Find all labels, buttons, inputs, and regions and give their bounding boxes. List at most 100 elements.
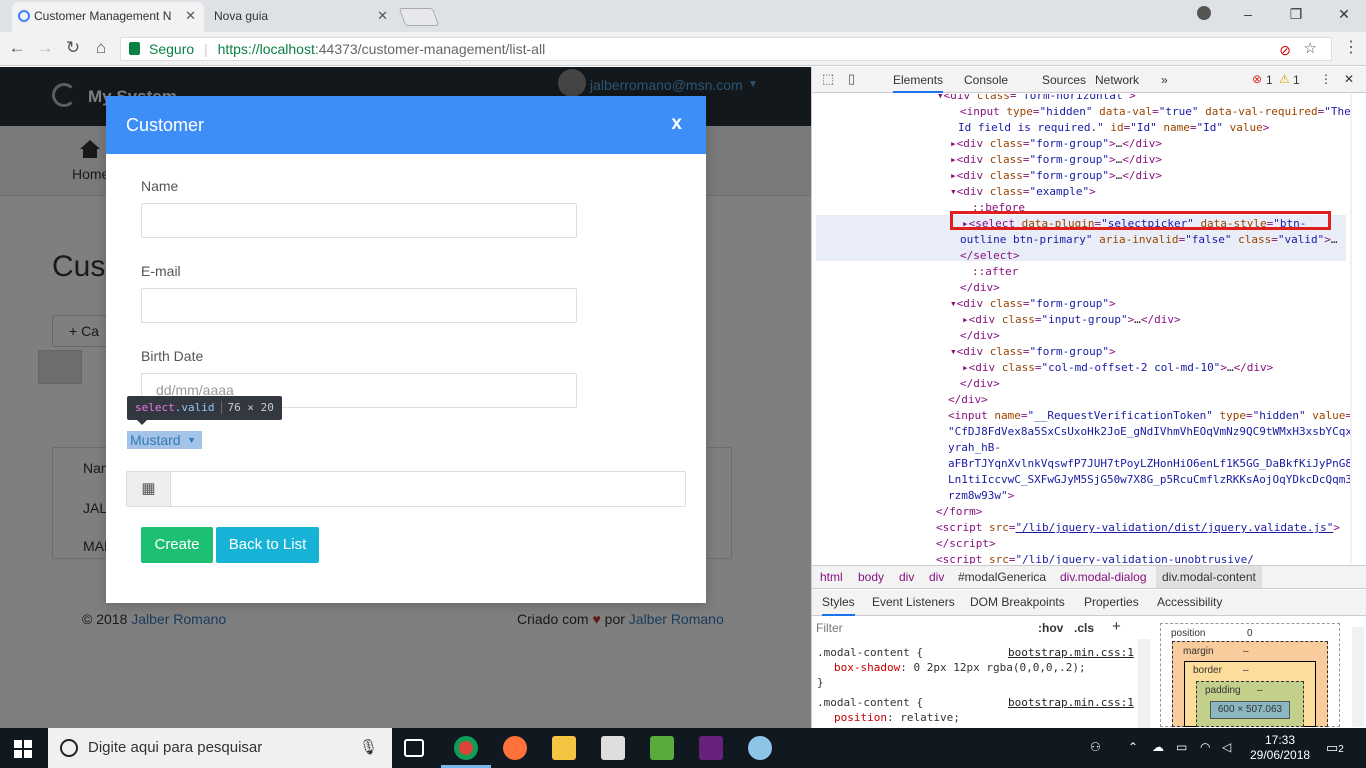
modal-close-button[interactable]: x xyxy=(671,113,682,135)
rule-source-link[interactable]: bootstrap.min.css:1 xyxy=(1008,695,1134,710)
onedrive-icon[interactable]: ☁ xyxy=(1152,740,1164,755)
class-toggle[interactable]: .cls xyxy=(1074,621,1094,635)
clock[interactable]: 17:33 29/06/2018 xyxy=(1250,733,1310,763)
crumb-html[interactable]: html xyxy=(820,566,843,588)
task-view-icon[interactable] xyxy=(404,739,424,757)
border-label: border xyxy=(1193,665,1222,676)
maximize-button[interactable]: ❐ xyxy=(1284,4,1308,24)
close-window-button[interactable]: ✕ xyxy=(1332,4,1356,24)
mail-icon[interactable] xyxy=(601,736,625,760)
customer-modal: Customer x Name E-mail Birth Date dd/mm/… xyxy=(106,96,706,603)
windows-taskbar: Digite aqui para pesquisar 🎙 ⚇ ⌃ ☁ ▭ ◠ ◁… xyxy=(0,728,1366,768)
box-model-scrollbar[interactable] xyxy=(1352,627,1364,727)
subtab-properties[interactable]: Properties xyxy=(1084,590,1139,614)
inspect-icon[interactable]: ⬚ xyxy=(822,71,834,87)
devtools-menu-icon[interactable]: ⋮ xyxy=(1320,72,1332,86)
notifications-icon[interactable]: ▭2 xyxy=(1326,740,1344,757)
close-tab-icon[interactable]: ✕ xyxy=(377,2,388,30)
rule-selector: .modal-content { xyxy=(817,646,923,659)
file-explorer-icon[interactable] xyxy=(552,736,576,760)
new-rule-button[interactable]: + xyxy=(1112,618,1121,635)
forward-icon[interactable]: → xyxy=(34,38,56,58)
tab-nova-guia[interactable]: Nova guia ✕ xyxy=(206,2,396,32)
menu-icon[interactable]: ⋮ xyxy=(1340,38,1362,58)
calendar-icon: ▦ xyxy=(127,472,171,506)
tab-sources[interactable]: Sources xyxy=(1042,73,1086,87)
styles-filter-input[interactable]: Filter xyxy=(816,619,1026,637)
wifi-icon[interactable]: ◠ xyxy=(1200,740,1210,755)
taskbar-search-box[interactable]: Digite aqui para pesquisar 🎙 xyxy=(48,728,392,768)
crumb-modal-generica[interactable]: #modalGenerica xyxy=(958,566,1046,588)
back-to-list-button[interactable]: Back to List xyxy=(216,527,319,563)
tab-elements[interactable]: Elements xyxy=(893,73,944,93)
warning-count[interactable]: 1 xyxy=(1293,73,1300,87)
email-label: E-mail xyxy=(141,263,181,279)
position-label: position xyxy=(1171,628,1206,639)
lock-icon xyxy=(129,42,140,55)
date-input-group[interactable]: ▦ xyxy=(126,471,686,507)
modal-header: Customer x xyxy=(106,96,706,154)
battery-icon[interactable]: ▭ xyxy=(1176,740,1187,755)
profile-icon[interactable] xyxy=(1197,6,1211,20)
volume-icon[interactable]: ◁ xyxy=(1222,740,1231,755)
tab-network[interactable]: Network xyxy=(1095,73,1139,87)
url-bar[interactable]: Seguro | https://localhost:44373/custome… xyxy=(120,37,1332,61)
rule-property[interactable]: position: relative; xyxy=(834,710,960,725)
name-input[interactable] xyxy=(141,203,577,238)
blocked-icon[interactable]: ⊘ xyxy=(1279,39,1291,61)
create-button[interactable]: Create xyxy=(141,527,213,563)
tab-console[interactable]: Console xyxy=(964,73,1008,87)
paint-icon[interactable] xyxy=(748,736,772,760)
styles-scrollbar[interactable] xyxy=(1138,639,1150,728)
property-value: 0 2px 12px rgba(0,0,0,.2); xyxy=(913,661,1086,674)
minimize-button[interactable]: – xyxy=(1236,4,1260,24)
breadcrumb: html body div div #modalGenerica div.mod… xyxy=(812,565,1366,589)
new-tab-button[interactable] xyxy=(398,8,440,26)
devtools-close-icon[interactable]: ✕ xyxy=(1344,72,1354,86)
show-hidden-icons[interactable]: ⌃ xyxy=(1128,740,1138,755)
browser-tab-bar: Customer Management N ✕ Nova guia ✕ – ❐ … xyxy=(0,0,1366,32)
tooltip-tag: select xyxy=(135,401,175,414)
firefox-icon[interactable] xyxy=(503,736,527,760)
tab-title: Nova guia xyxy=(214,9,269,23)
subtab-dom-breakpoints[interactable]: DOM Breakpoints xyxy=(970,590,1065,614)
chrome-icon[interactable] xyxy=(454,736,478,760)
email-input[interactable] xyxy=(141,288,577,323)
hover-state-toggle[interactable]: :hov xyxy=(1038,621,1063,635)
crumb-modal-dialog[interactable]: div.modal-dialog xyxy=(1060,566,1147,588)
rule-source-link[interactable]: bootstrap.min.css:1 xyxy=(1008,645,1134,660)
crumb-div[interactable]: div xyxy=(899,566,914,588)
close-tab-icon[interactable]: ✕ xyxy=(185,2,196,30)
crumb-div[interactable]: div xyxy=(929,566,944,588)
crumb-body[interactable]: body xyxy=(858,566,884,588)
microphone-icon[interactable]: 🎙 xyxy=(359,728,378,768)
more-tabs-icon[interactable]: » xyxy=(1161,73,1168,87)
visual-studio-icon[interactable] xyxy=(699,736,723,760)
reload-icon[interactable]: ↻ xyxy=(62,38,84,58)
tooltip-class: .valid xyxy=(174,401,215,414)
windows-start-icon[interactable] xyxy=(14,740,32,758)
people-icon[interactable]: ⚇ xyxy=(1090,740,1101,755)
devtools-panel: ⬚ ▯ Elements Console Sources Network » ⊗… xyxy=(811,67,1366,728)
position-value: 0 xyxy=(1247,628,1253,639)
clock-time: 17:33 xyxy=(1264,733,1296,747)
flavor-select[interactable]: Mustard ▼ xyxy=(127,431,202,449)
elements-scrollbar[interactable] xyxy=(1350,94,1352,564)
tab-customer-management[interactable]: Customer Management N ✕ xyxy=(12,2,204,32)
home-icon[interactable]: ⌂ xyxy=(90,38,112,58)
bookmark-star-icon[interactable]: ☆ xyxy=(1304,38,1317,60)
subtab-accessibility[interactable]: Accessibility xyxy=(1157,590,1222,614)
subtab-event-listeners[interactable]: Event Listeners xyxy=(872,590,955,614)
crumb-modal-content[interactable]: div.modal-content xyxy=(1156,566,1262,588)
devtools-tabs: ⬚ ▯ Elements Console Sources Network » ⊗… xyxy=(812,67,1366,93)
select-value: Mustard xyxy=(130,432,181,448)
error-count[interactable]: 1 xyxy=(1266,73,1273,87)
subtab-styles[interactable]: Styles xyxy=(822,590,855,616)
elements-tree[interactable]: ▾<div class="form-horizontal"> <input ty… xyxy=(812,94,1352,564)
styles-pane[interactable]: Filter :hov .cls + .modal-content { boot… xyxy=(812,617,1152,728)
rule-property[interactable]: box-shadow: 0 2px 12px rgba(0,0,0,.2); xyxy=(834,660,1086,675)
device-icon[interactable]: ▯ xyxy=(848,71,855,87)
back-icon[interactable]: ← xyxy=(6,38,28,58)
cortana-icon xyxy=(60,739,78,757)
spreadsheet-icon[interactable] xyxy=(650,736,674,760)
